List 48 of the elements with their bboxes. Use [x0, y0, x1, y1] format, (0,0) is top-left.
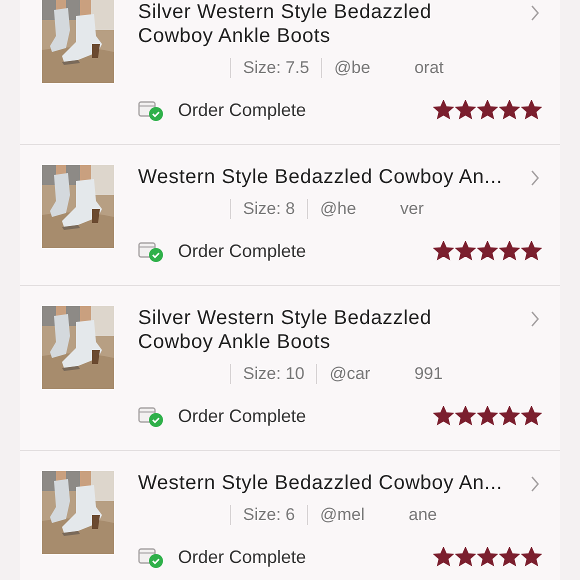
chevron-right-icon[interactable] — [530, 169, 540, 187]
item-size: Size: 10 — [243, 364, 304, 384]
item-size: Size: 7.5 — [243, 58, 310, 78]
buyer-username: @mel — [320, 505, 365, 525]
star-icon — [499, 241, 520, 261]
star-icon — [499, 406, 520, 426]
buyer-username: orat — [414, 58, 444, 78]
buyer-username: ane — [408, 505, 438, 525]
chevron-right-icon[interactable] — [530, 475, 540, 493]
star-icon — [477, 100, 498, 120]
order-status: Order Complete — [178, 240, 306, 262]
star-icon — [499, 100, 520, 120]
order-row[interactable]: Western Style Bedazzled Cowboy An... Size: 6 @mel ane Order Complete — [20, 451, 560, 580]
order-status: Order Complete — [178, 406, 306, 426]
order-status: Order Complete — [178, 546, 306, 568]
item-title: Silver Western Style Bedazzled Cowboy Ankle Boots — [138, 0, 432, 48]
star-icon — [455, 241, 476, 261]
star-icon — [433, 547, 454, 567]
buyer-username: ver — [400, 199, 424, 219]
star-icon — [455, 406, 476, 426]
star-icon — [455, 547, 476, 567]
order-row[interactable]: Silver Western Style Bedazzled Cowboy Ankle Boots Size: 7.5 @be orat Order Complete — [20, 0, 560, 145]
star-icon — [521, 547, 542, 567]
buyer-username: @he — [320, 199, 356, 219]
buyer-username: @be — [334, 58, 370, 78]
chevron-right-icon[interactable] — [530, 4, 540, 22]
star-icon — [521, 241, 542, 261]
star-icon — [499, 547, 520, 567]
chevron-right-icon[interactable] — [530, 310, 540, 328]
item-title: Western Style Bedazzled Cowboy An... — [138, 471, 502, 495]
star-icon — [521, 406, 542, 426]
star-icon — [433, 406, 454, 426]
item-size: Size: 8 — [243, 199, 295, 219]
buyer-username: 991 — [414, 364, 443, 384]
order-row[interactable]: Silver Western Style Bedazzled Cowboy Ankle Boots Size: 10 @car 991 Order Complete — [20, 286, 560, 451]
order-row[interactable]: Western Style Bedazzled Cowboy An... Size: 8 @he ver Order Complete — [20, 145, 560, 286]
star-icon — [477, 547, 498, 567]
star-icon — [455, 100, 476, 120]
star-icon — [521, 100, 542, 120]
item-title: Western Style Bedazzled Cowboy An... — [138, 165, 502, 189]
buyer-username: @car — [329, 364, 370, 384]
item-size: Size: 6 — [243, 505, 295, 525]
star-icon — [477, 406, 498, 426]
star-icon — [477, 241, 498, 261]
order-status: Order Complete — [178, 100, 306, 120]
star-icon — [433, 100, 454, 120]
star-icon — [433, 241, 454, 261]
item-title: Silver Western Style Bedazzled Cowboy Ankle Boots — [138, 306, 432, 354]
